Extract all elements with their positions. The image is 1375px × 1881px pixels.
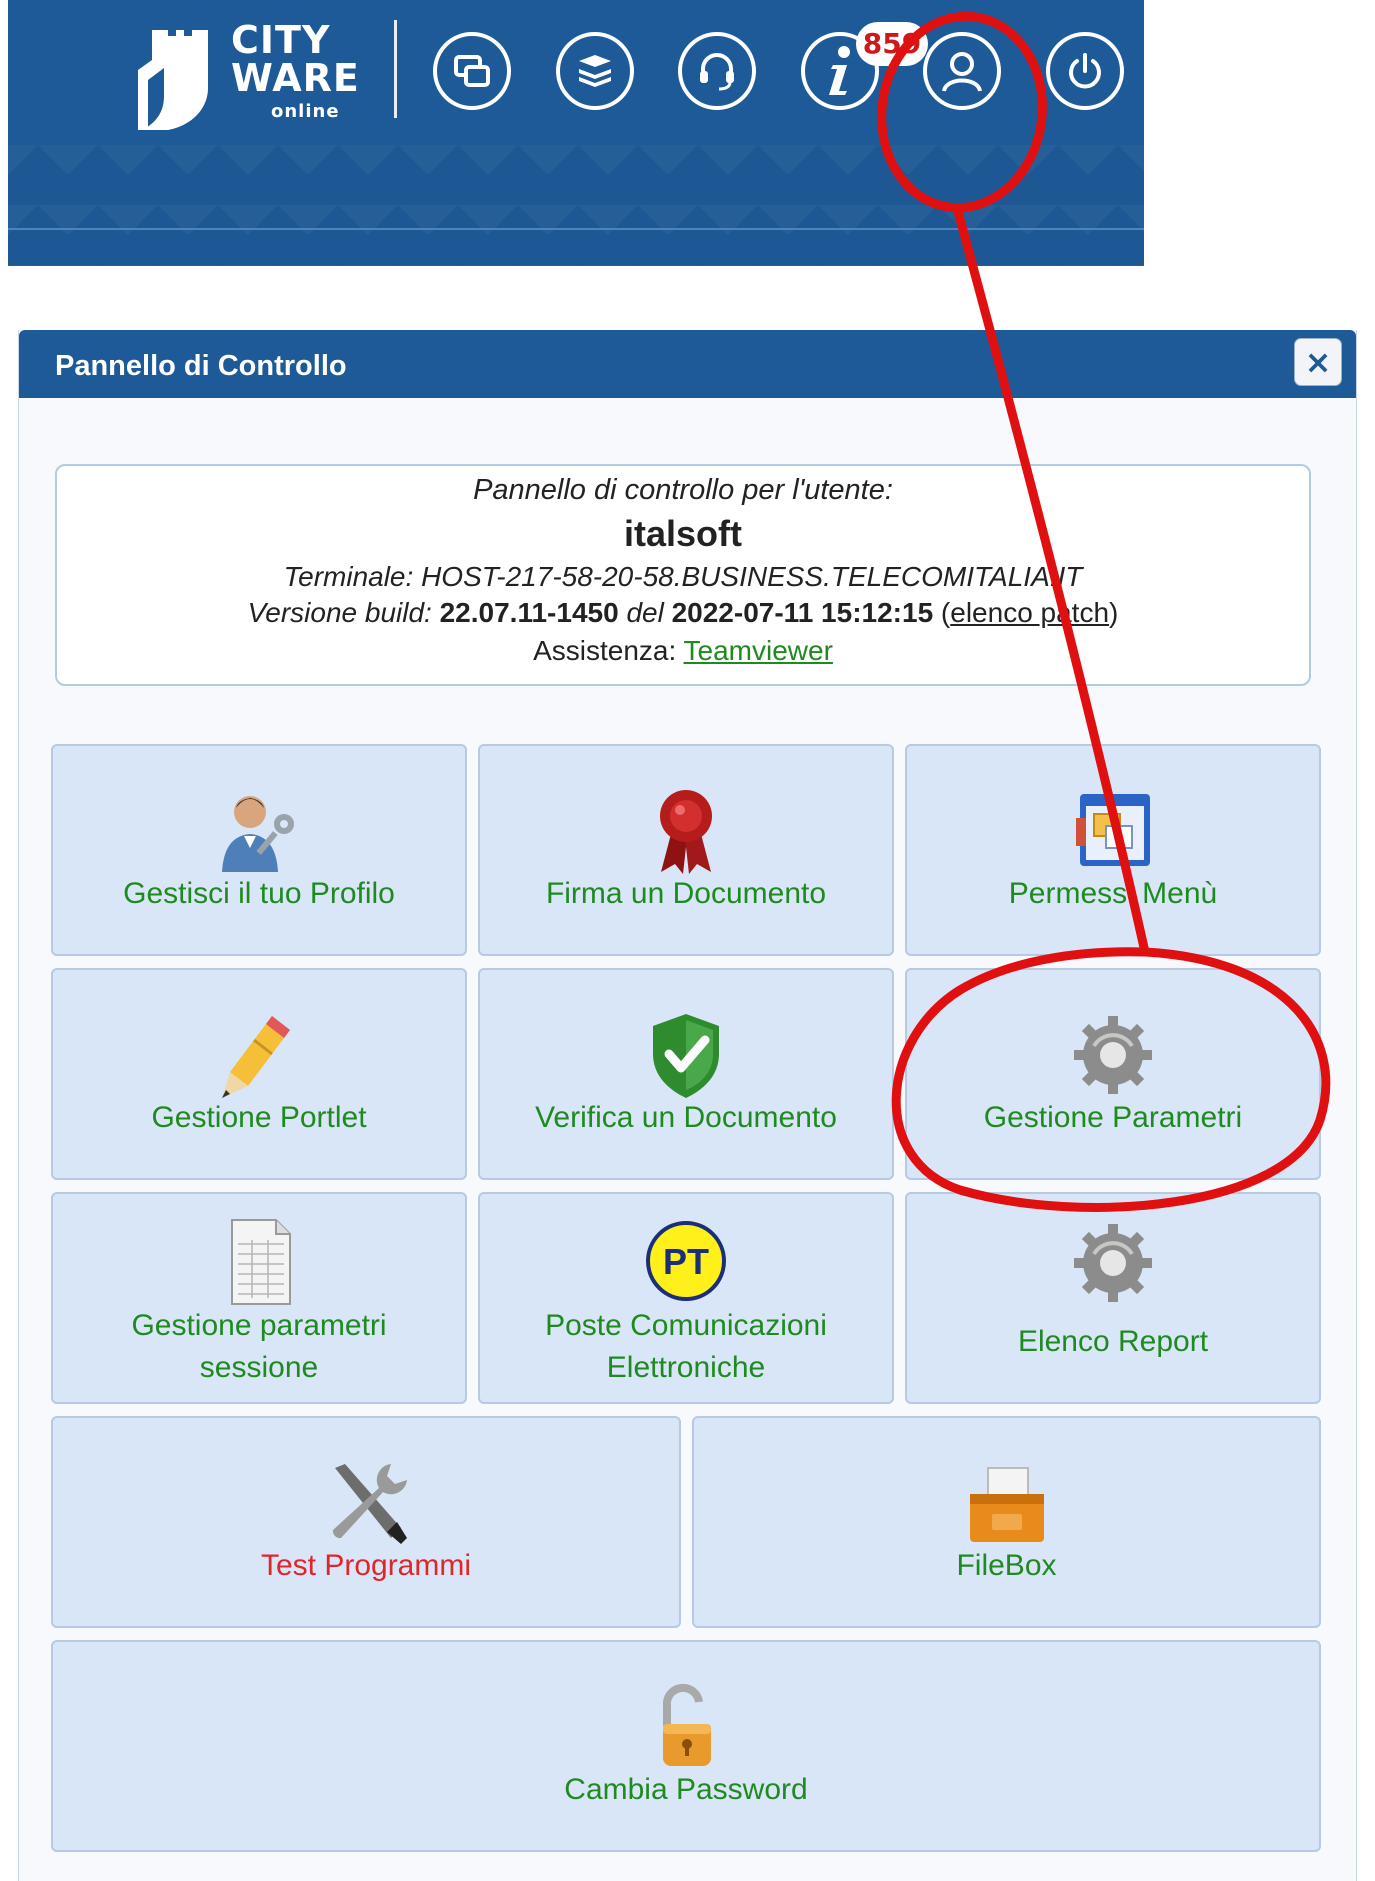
info-build: Versione build: 22.07.11-1450 del 2022-0… [57,597,1309,629]
ribbon-seal-icon [660,790,712,874]
patch-list-link[interactable]: elenco patch [950,597,1109,628]
close-button[interactable]: × [1294,338,1342,386]
padlock-open-icon [662,1683,711,1766]
windows-icon[interactable] [433,32,511,110]
tile-poste-comunicazioni[interactable]: PT Poste Comunicazioni Elettroniche [478,1192,894,1404]
gear-icon [1074,1224,1152,1302]
tile-verifica-documento[interactable]: Verifica un Documento [478,968,894,1180]
tile-label: Verifica un Documento [535,1101,837,1134]
tile-label: Gestione Portlet [151,1101,367,1134]
build-del: del [626,597,664,628]
logo-line-3: online [271,101,340,122]
teamviewer-link[interactable]: Teamviewer [684,635,833,666]
tile-test-programmi[interactable]: Test Programmi [51,1416,681,1628]
tile-label: Gestisci il tuo Profilo [123,877,395,910]
shield-check-icon [653,1014,719,1098]
tile-gestisci-profilo[interactable]: Gestisci il tuo Profilo [51,744,467,956]
tile-permessi-menu[interactable]: Permessi Menù [905,744,1321,956]
tile-gestione-parametri[interactable]: Gestione Parametri [905,968,1321,1180]
tile-filebox[interactable]: FileBox [692,1416,1321,1628]
tile-parametri-sessione[interactable]: Gestione parametri sessione [51,1192,467,1404]
dialog-title: Pannello di Controllo [55,350,347,382]
user-key-icon [222,796,294,872]
tile-label: Gestione Parametri [983,1101,1243,1134]
headset-icon[interactable] [678,32,756,110]
tile-label: Test Programmi [260,1549,472,1582]
pt-icon-text: PT [663,1241,709,1282]
build-date: 2022-07-11 15:12:15 [671,597,934,628]
tile-label: Elenco Report [1017,1325,1209,1358]
banner-pattern [8,145,1144,266]
tower-logo-icon [138,30,208,130]
logo-line-1: CITY [231,18,331,62]
dialog-header: Pannello di Controllo × [19,330,1356,398]
info-heading: Pannello di controllo per l'utente: [473,474,893,506]
window-permissions-icon [1076,794,1150,866]
toolbar-separator [394,20,397,118]
build-value: 22.07.11-1450 [439,597,619,628]
control-panel-dialog: Pannello di Controllo × Pannello di cont… [18,330,1357,1881]
tile-label-line-1: Poste Comunicazioni [545,1309,827,1342]
patch-open: ( [940,597,951,628]
cityware-logo[interactable]: CITY WARE online [138,20,378,130]
info-terminal: Terminale: HOST-217-58-20-58.BUSINESS.TE… [283,561,1083,592]
tile-label: Firma un Documento [545,877,827,910]
filebox-icon [969,1467,1044,1542]
tile-label: FileBox [956,1549,1057,1582]
logo-line-2: WARE [231,56,360,100]
build-label: Versione build: [247,597,432,628]
top-banner: CITY WARE online 859 [8,0,1144,266]
power-icon[interactable] [1046,32,1124,110]
tile-cambia-password[interactable]: Cambia Password [51,1640,1321,1852]
user-info-box: Pannello di controllo per l'utente: ital… [55,464,1311,686]
tile-label-line-1: Gestione parametri [131,1309,387,1342]
patch-close: ) [1109,597,1119,628]
tools-icon [332,1464,407,1544]
pt-icon: PT [646,1221,726,1301]
tile-elenco-report[interactable]: Elenco Report [905,1192,1321,1404]
info-username: italsoft [623,513,742,554]
books-icon[interactable] [556,32,634,110]
user-icon[interactable] [923,32,1001,110]
tile-firma-documento[interactable]: Firma un Documento [478,744,894,956]
notification-badge[interactable]: 859 [856,22,928,66]
tile-label: Permessi Menù [1008,877,1218,910]
pencil-icon [222,1016,290,1098]
tile-label-line-2: sessione [199,1351,319,1384]
info-assistance: Assistenza: Teamviewer [57,635,1309,667]
tile-label: Cambia Password [564,1773,808,1806]
tile-gestione-portlet[interactable]: Gestione Portlet [51,968,467,1180]
tile-label-line-2: Elettroniche [606,1351,766,1384]
assist-label: Assistenza: [533,635,677,666]
gear-icon [1074,1016,1152,1094]
banner-divider [8,228,1144,230]
spreadsheet-icon [231,1219,291,1305]
